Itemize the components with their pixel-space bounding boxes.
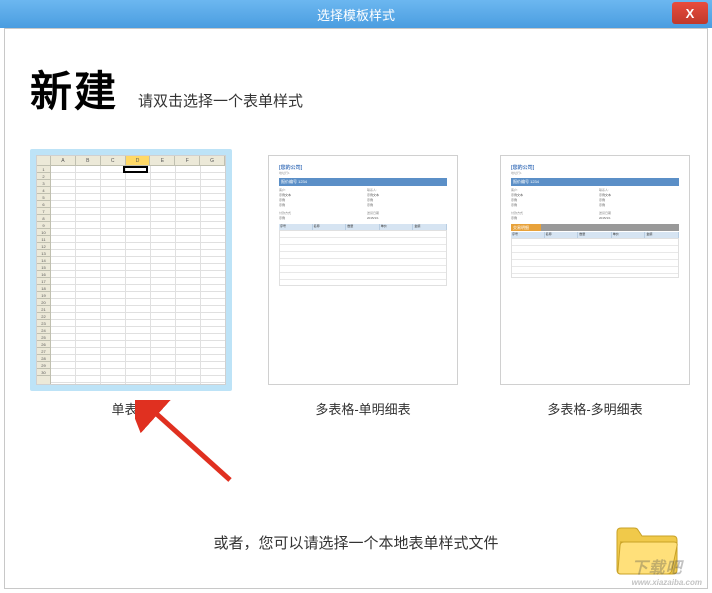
window-title: 选择模板样式 [317,5,395,24]
template-single-table[interactable]: ABCDEFG 12345678910111213141516171819202… [30,149,232,418]
close-button[interactable]: X [672,2,708,24]
template-list: ABCDEFG 12345678910111213141516171819202… [30,149,682,418]
template-label: 单表格 [111,399,150,418]
template-thumbnail: ABCDEFG 12345678910111213141516171819202… [36,155,226,385]
folder-icon [612,522,682,577]
template-label: 多表格-多明细表 [547,399,642,418]
content-area: 新建 请双击选择一个表单样式 ABCDEFG 12345678910111213… [0,28,712,418]
template-multi-single-detail[interactable]: [您的公司] 地址行1 报价编号 1234 客户:联系人: 示例文本示例文本 示… [262,149,464,418]
close-icon: X [686,6,695,21]
open-local-file-button[interactable] [612,522,682,577]
header-row: 新建 请双击选择一个表单样式 [30,58,682,119]
template-thumbnail: [您的公司] 地址行1 报价编号 1234 客户:联系人: 示例文本示例文本 示… [268,155,458,385]
alternative-text: 或者，您可以请选择一个本地表单样式文件 [0,532,712,553]
page-subtitle: 请双击选择一个表单样式 [138,90,303,111]
template-thumbnail: [您的公司] 地址行1 报价编号 1234 客户:联系人: 示例文本示例文本 示… [500,155,690,385]
template-multi-multi-detail[interactable]: [您的公司] 地址行1 报价编号 1234 客户:联系人: 示例文本示例文本 示… [494,149,696,418]
template-label: 多表格-单明细表 [315,399,410,418]
page-title: 新建 [30,58,118,119]
titlebar: 选择模板样式 X [0,0,712,28]
